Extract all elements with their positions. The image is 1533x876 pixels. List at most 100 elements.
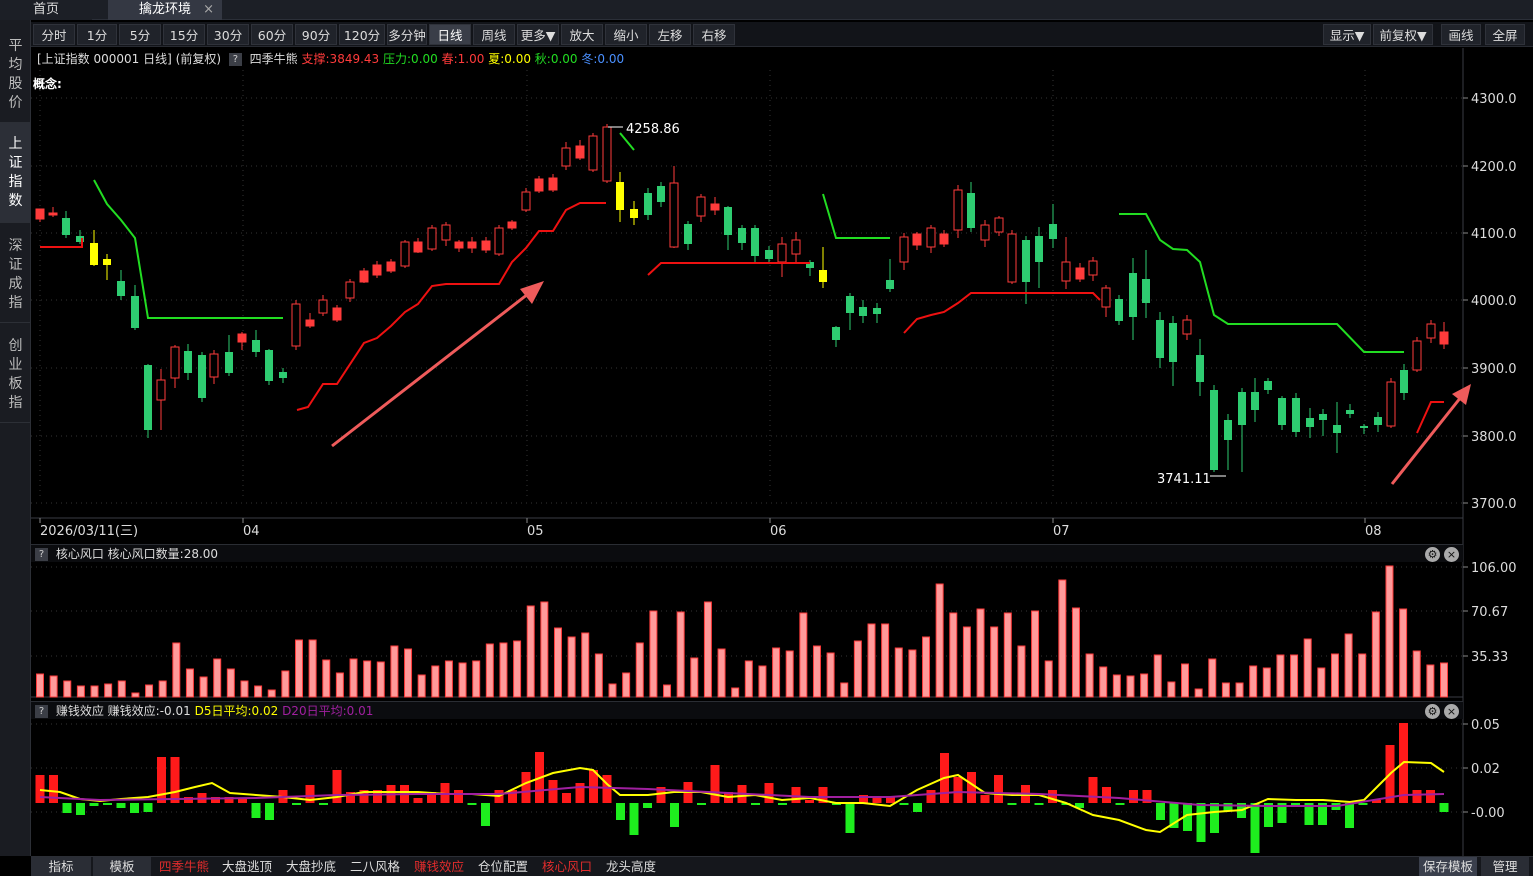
hot-sector-bar — [1317, 667, 1326, 698]
gear-icon[interactable]: ⚙ — [1425, 547, 1440, 562]
d20-average: D20日平均:0.01 — [282, 704, 374, 718]
template-item-position[interactable]: 仓位配置 — [473, 857, 533, 876]
template-tab[interactable]: 模板 — [93, 857, 151, 876]
hot-sector-bar — [226, 668, 235, 698]
hot-sector-bar — [240, 680, 249, 698]
app-window: { "tabs":[{"label":"首页"},{"label":"擒龙环境"… — [0, 0, 1533, 876]
hot-sector-bar — [1140, 673, 1149, 698]
profit-effect-bar — [1412, 790, 1422, 803]
hot-sector-bar — [676, 611, 685, 698]
close-icon[interactable]: × — [1444, 547, 1459, 562]
candlestick — [1360, 424, 1368, 434]
candlestick — [819, 247, 827, 288]
hot-sector-bar — [1044, 660, 1053, 698]
manage-button[interactable]: 管理 — [1481, 857, 1529, 876]
candlestick — [644, 188, 652, 220]
profit-effect-bar — [629, 803, 639, 835]
hot-sector-bar — [649, 610, 658, 698]
profit-effect-bar — [130, 803, 139, 813]
hot-sector-bar — [608, 683, 617, 698]
hot-sector-bar — [131, 692, 140, 698]
candlestick — [1196, 339, 1204, 396]
candlestick — [873, 303, 881, 323]
support-line — [296, 202, 606, 411]
candlestick — [507, 220, 517, 230]
profit-effect-bar — [1345, 803, 1354, 828]
profit-effect-bar — [953, 777, 963, 803]
hot-sector-bar — [772, 647, 781, 698]
hot-sector-bar — [308, 639, 317, 698]
template-item-hot-sector[interactable]: 核心风口 — [537, 857, 597, 876]
hot-sector-bar — [935, 583, 944, 698]
candlestick — [751, 225, 759, 262]
profit-effect-bar — [76, 803, 85, 815]
ytick-label: 0.05 — [1471, 718, 1500, 733]
candlestick — [332, 305, 342, 322]
hot-sector-bar — [36, 673, 44, 698]
hot-sector-bar — [1112, 674, 1121, 698]
hot-sector-bar — [485, 643, 494, 698]
hot-sector-bar — [908, 649, 917, 698]
candlestick — [926, 225, 936, 253]
ytick-label: 35.33 — [1471, 650, 1508, 665]
candlestick — [1439, 322, 1449, 349]
hot-sector-bar — [1249, 665, 1258, 698]
hot-sector-bar — [363, 660, 372, 698]
ytick-label: 4100.0 — [1471, 227, 1517, 242]
save-template-button[interactable]: 保存模板 — [1419, 857, 1477, 876]
help-icon[interactable]: ? — [35, 548, 48, 561]
candlestick — [657, 182, 665, 207]
indicator-tab[interactable]: 指标 — [31, 857, 91, 876]
hot-sector-bar — [744, 660, 753, 698]
candlestick — [886, 259, 894, 292]
candlestick — [62, 211, 70, 238]
gear-icon[interactable]: ⚙ — [1425, 704, 1440, 719]
candlestick — [103, 254, 111, 280]
candlestick — [846, 293, 854, 330]
hot-sector-bar — [1153, 654, 1162, 698]
close-icon[interactable]: × — [1444, 704, 1459, 719]
profit-effect-bar — [1115, 803, 1125, 805]
hot-sector-bar — [1003, 612, 1012, 698]
indicator-lines — [40, 132, 1444, 434]
candlestick — [1333, 402, 1341, 453]
profit-effect-bar — [481, 803, 490, 826]
hot-sector-bar — [1399, 608, 1408, 698]
candlestick — [1278, 396, 1286, 430]
profit-effect-bar — [1088, 777, 1098, 803]
profit-effect-bar — [710, 765, 720, 803]
profit-effect-bar — [764, 783, 774, 803]
profit-effect-bar — [116, 803, 126, 808]
template-item-leader-height[interactable]: 龙头高度 — [601, 857, 661, 876]
profit-effect-bar — [103, 803, 112, 805]
candlestick — [1129, 258, 1137, 340]
hot-sector-bar — [1385, 565, 1394, 698]
panel-stat: 赚钱效应:-0.01 — [107, 704, 191, 718]
candlestick — [1386, 378, 1396, 428]
profit-effect-bar — [994, 775, 1003, 803]
candlestick — [209, 350, 219, 384]
help-icon[interactable]: ? — [35, 705, 48, 718]
hot-sector-bar — [376, 661, 385, 698]
d5-average: D5日平均:0.02 — [194, 704, 279, 718]
hot-sector-bar — [213, 658, 222, 698]
hot-sector-bar — [1235, 682, 1244, 698]
template-item-bottom-fishing[interactable]: 大盘抄底 — [281, 857, 341, 876]
profit-effect-bar — [413, 798, 423, 803]
candlestick — [521, 188, 531, 212]
candlestick — [427, 225, 437, 251]
template-item-profit-effect[interactable]: 赚钱效应 — [409, 857, 469, 876]
profit-effect-header: ? 赚钱效应 赚钱效应:-0.01 D5日平均:0.02 D20日平均:0.01… — [31, 701, 1463, 719]
kline-chart[interactable]: 4300.0 4200.0 4100.0 4000.0 3900.0 3800.0 3700… — [0, 0, 1533, 876]
candlestick — [441, 222, 451, 246]
candlestick — [588, 133, 598, 172]
hot-sector-bar — [1167, 681, 1176, 698]
template-item-seasons[interactable]: 四季牛熊 — [155, 857, 213, 876]
hot-sector-bar — [922, 636, 931, 698]
main-yaxis: 4300.0 4200.0 4100.0 4000.0 3900.0 3800.0 3700… — [1463, 92, 1517, 512]
candlestick — [669, 166, 679, 248]
template-item-2080-style[interactable]: 二八风格 — [345, 857, 405, 876]
profit-effect-bar — [670, 803, 679, 827]
ytick-label: 3900.0 — [1471, 362, 1517, 377]
template-item-top-escape[interactable]: 大盘逃顶 — [217, 857, 277, 876]
